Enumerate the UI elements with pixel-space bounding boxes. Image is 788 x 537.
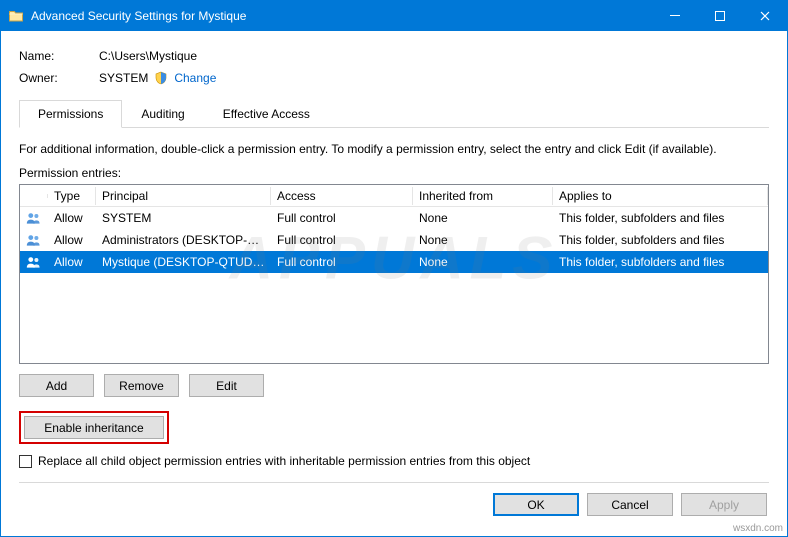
col-type[interactable]: Type bbox=[48, 187, 96, 205]
owner-label: Owner: bbox=[19, 71, 99, 85]
principal-icon bbox=[20, 230, 48, 250]
tab-strip: Permissions Auditing Effective Access bbox=[19, 99, 769, 128]
table-body: AllowSYSTEMFull controlNoneThis folder, … bbox=[20, 207, 768, 273]
tab-permissions[interactable]: Permissions bbox=[19, 100, 122, 128]
close-button[interactable] bbox=[742, 1, 787, 31]
replace-children-checkbox[interactable] bbox=[19, 455, 32, 468]
cell-type: Allow bbox=[48, 231, 96, 249]
entries-label: Permission entries: bbox=[19, 166, 769, 180]
security-settings-window: APPUALS Advanced Security Settings for M… bbox=[0, 0, 788, 537]
table-header: Type Principal Access Inherited from App… bbox=[20, 185, 768, 207]
cell-inherited: None bbox=[413, 209, 553, 227]
name-value: C:\Users\Mystique bbox=[99, 49, 197, 63]
cell-inherited: None bbox=[413, 253, 553, 271]
principal-icon bbox=[20, 208, 48, 228]
cell-principal: Administrators (DESKTOP-QT... bbox=[96, 231, 271, 249]
replace-children-row: Replace all child object permission entr… bbox=[19, 454, 769, 468]
cell-access: Full control bbox=[271, 253, 413, 271]
content-area: Name: C:\Users\Mystique Owner: SYSTEM Ch… bbox=[1, 31, 787, 526]
entry-button-row: Add Remove Edit bbox=[19, 374, 769, 397]
tab-effective-access[interactable]: Effective Access bbox=[204, 100, 329, 128]
permission-table: Type Principal Access Inherited from App… bbox=[19, 184, 769, 364]
cell-applies: This folder, subfolders and files bbox=[553, 231, 768, 249]
divider bbox=[19, 482, 769, 483]
ok-button[interactable]: OK bbox=[493, 493, 579, 516]
table-row[interactable]: AllowSYSTEMFull controlNoneThis folder, … bbox=[20, 207, 768, 229]
col-principal[interactable]: Principal bbox=[96, 187, 271, 205]
remove-button[interactable]: Remove bbox=[104, 374, 179, 397]
titlebar: Advanced Security Settings for Mystique bbox=[1, 1, 787, 31]
table-row[interactable]: AllowAdministrators (DESKTOP-QT...Full c… bbox=[20, 229, 768, 251]
principal-icon bbox=[20, 252, 48, 272]
enable-inheritance-highlight: Enable inheritance bbox=[19, 411, 169, 444]
col-access[interactable]: Access bbox=[271, 187, 413, 205]
add-button[interactable]: Add bbox=[19, 374, 94, 397]
cell-applies: This folder, subfolders and files bbox=[553, 209, 768, 227]
maximize-button[interactable] bbox=[697, 1, 742, 31]
cell-type: Allow bbox=[48, 253, 96, 271]
enable-inheritance-button[interactable]: Enable inheritance bbox=[24, 416, 164, 439]
shield-icon bbox=[154, 71, 168, 85]
owner-value: SYSTEM bbox=[99, 71, 148, 85]
name-row: Name: C:\Users\Mystique bbox=[19, 45, 769, 67]
tab-auditing[interactable]: Auditing bbox=[122, 100, 203, 128]
cell-access: Full control bbox=[271, 231, 413, 249]
watermark-text: wsxdn.com bbox=[733, 523, 783, 534]
cancel-button[interactable]: Cancel bbox=[587, 493, 673, 516]
apply-button[interactable]: Apply bbox=[681, 493, 767, 516]
cell-inherited: None bbox=[413, 231, 553, 249]
cell-applies: This folder, subfolders and files bbox=[553, 253, 768, 271]
table-row[interactable]: AllowMystique (DESKTOP-QTUD8T...Full con… bbox=[20, 251, 768, 273]
owner-row: Owner: SYSTEM Change bbox=[19, 67, 769, 89]
cell-principal: SYSTEM bbox=[96, 209, 271, 227]
col-applies[interactable]: Applies to bbox=[553, 187, 768, 205]
info-text: For additional information, double-click… bbox=[19, 142, 769, 156]
footer-button-row: OK Cancel Apply bbox=[19, 493, 769, 516]
folder-icon bbox=[1, 8, 31, 24]
cell-type: Allow bbox=[48, 209, 96, 227]
cell-principal: Mystique (DESKTOP-QTUD8T... bbox=[96, 253, 271, 271]
col-inherited[interactable]: Inherited from bbox=[413, 187, 553, 205]
edit-button[interactable]: Edit bbox=[189, 374, 264, 397]
change-owner-link[interactable]: Change bbox=[174, 71, 216, 85]
cell-access: Full control bbox=[271, 209, 413, 227]
window-title: Advanced Security Settings for Mystique bbox=[31, 9, 652, 23]
name-label: Name: bbox=[19, 49, 99, 63]
col-icon[interactable] bbox=[20, 194, 48, 198]
minimize-button[interactable] bbox=[652, 1, 697, 31]
replace-children-label: Replace all child object permission entr… bbox=[38, 454, 530, 468]
